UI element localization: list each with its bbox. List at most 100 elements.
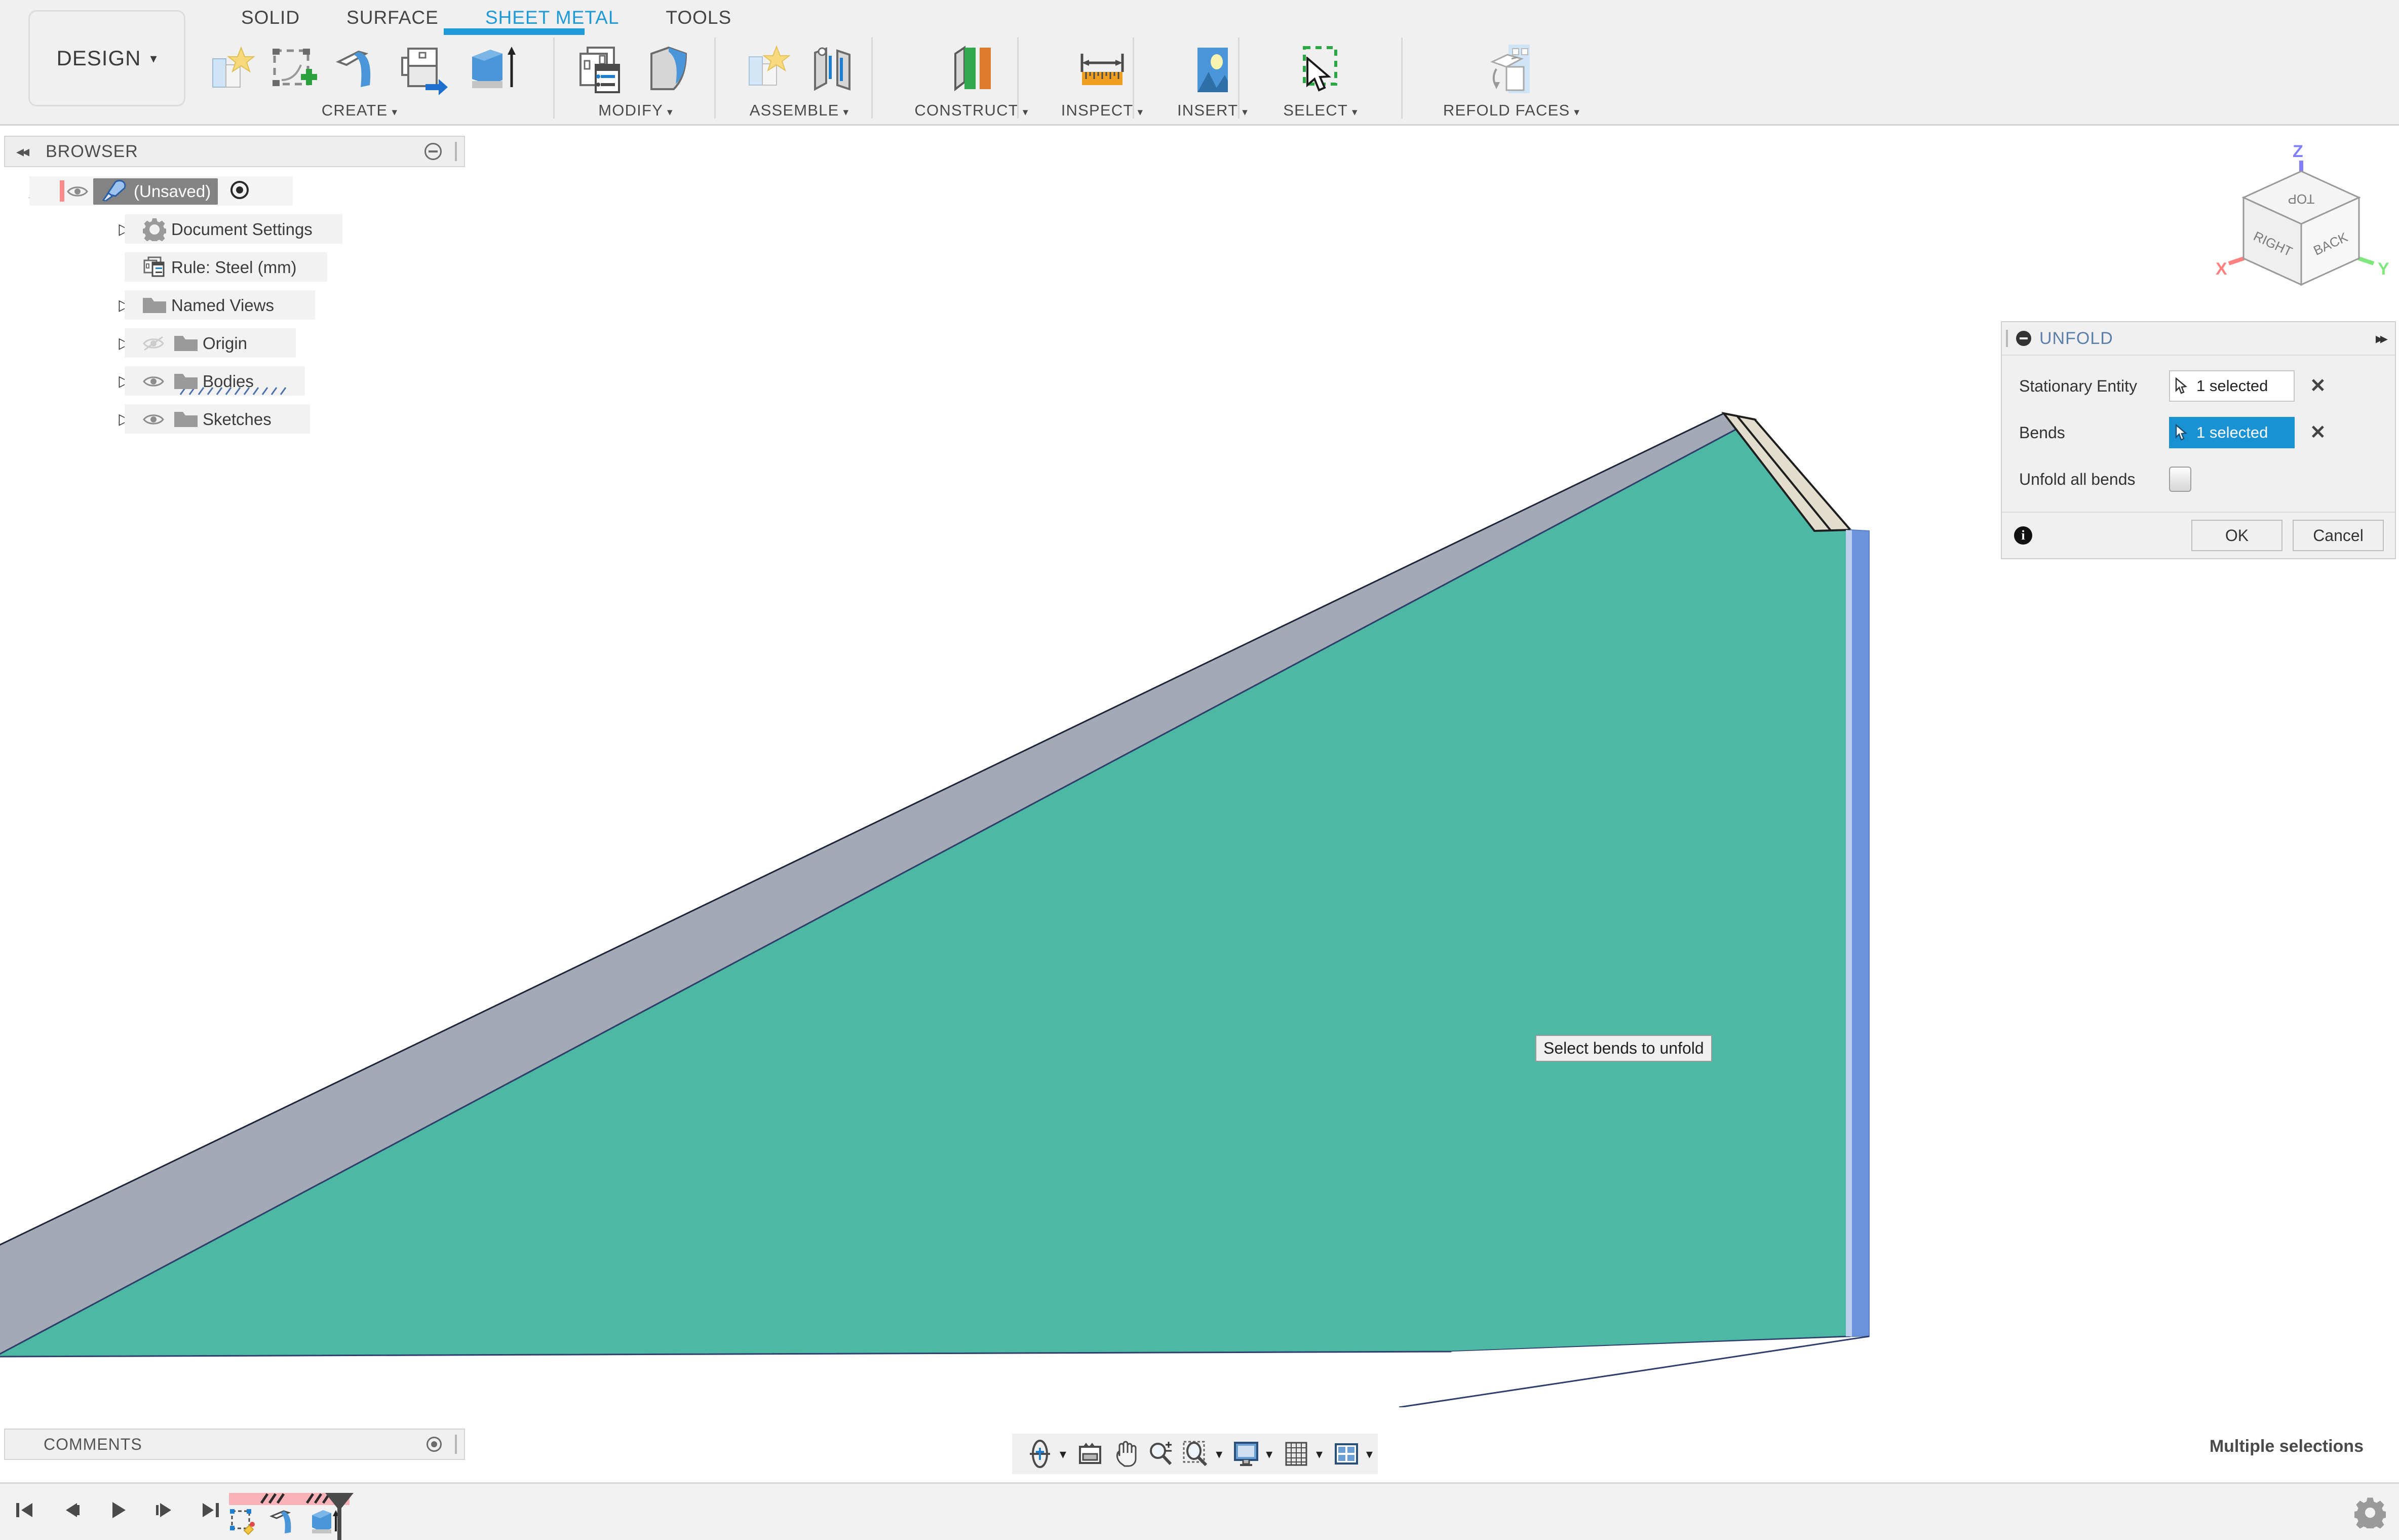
unfold-dialog-title: UNFOLD — [2039, 328, 2113, 348]
tree-row-bodies[interactable]: ▷ Bodies — [0, 362, 466, 400]
visibility-eye-icon[interactable] — [62, 184, 93, 199]
ok-button[interactable]: OK — [2191, 520, 2282, 551]
tab-surface[interactable]: SURFACE — [323, 0, 462, 35]
folder-icon — [138, 295, 171, 316]
look-at-icon[interactable] — [1073, 1435, 1107, 1473]
workspace-selector[interactable]: DESIGN ▾ — [28, 10, 185, 106]
ribbon-group-modify-label[interactable]: MODIFY ▾ — [598, 101, 673, 120]
settings-gear-icon[interactable] — [2353, 1497, 2387, 1532]
tree-row-origin[interactable]: ▷ Origin — [0, 324, 466, 362]
bends-selector[interactable]: 1 selected — [2169, 417, 2295, 448]
tree-row-rule-steel[interactable]: Rule: Steel (mm) — [0, 248, 466, 286]
ribbon-group-create-label[interactable]: CREATE ▾ — [322, 101, 398, 120]
unfold-dialog-header[interactable]: UNFOLD ▸▸ — [2002, 322, 2395, 356]
comments-collapse-button[interactable] — [427, 1437, 442, 1452]
step-back-icon[interactable] — [57, 1496, 85, 1524]
ribbon-group-inspect-label[interactable]: INSPECT ▾ — [1061, 101, 1144, 120]
zoom-window-icon[interactable] — [1179, 1435, 1213, 1473]
insert-image-icon[interactable] — [1182, 38, 1243, 99]
new-component-icon[interactable] — [736, 38, 797, 99]
selected-row-highlight[interactable]: (Unsaved) — [93, 178, 218, 205]
comments-resize-grip[interactable] — [455, 1435, 457, 1454]
tab-solid[interactable]: SOLID — [218, 0, 323, 35]
extrude-icon[interactable] — [461, 38, 522, 99]
tree-row-sketches[interactable]: ▷ Sketches — [0, 400, 466, 438]
tab-tools[interactable]: TOOLS — [642, 0, 755, 35]
unfold-dialog-footer: i OK Cancel — [2002, 512, 2395, 558]
stationary-entity-selector[interactable]: 1 selected — [2169, 370, 2295, 402]
tree-row-unsaved[interactable]: ◢ (Unsaved) — [0, 172, 466, 210]
flange-icon[interactable] — [329, 38, 390, 99]
chevron-down-icon[interactable]: ▾ — [1366, 1446, 1373, 1462]
workspace-label: DESIGN — [56, 46, 141, 70]
folder-icon — [169, 371, 203, 392]
ribbon-group-assemble: ASSEMBLE ▾ — [723, 33, 875, 125]
ribbon-group-construct-label[interactable]: CONSTRUCT ▾ — [914, 101, 1028, 120]
sketch-feature-icon[interactable] — [227, 1507, 260, 1538]
grid-snap-icon[interactable] — [1280, 1435, 1313, 1473]
ribbon-group-assemble-label[interactable]: ASSEMBLE ▾ — [750, 101, 849, 120]
chevron-down-icon[interactable]: ▾ — [1266, 1446, 1272, 1462]
comments-panel-header[interactable]: COMMENTS — [4, 1429, 465, 1460]
flange-feature-icon[interactable] — [267, 1507, 301, 1538]
ribbon-separator — [1238, 37, 1240, 119]
create-sketch-icon[interactable] — [263, 38, 324, 99]
dialog-drag-handle[interactable] — [2006, 330, 2008, 347]
fusion360-window: DESIGN ▾ SOLID SURFACE SHEET METAL TOOLS — [0, 0, 2399, 1540]
visibility-eye-icon[interactable] — [138, 374, 169, 389]
timeline-track[interactable] — [223, 1490, 356, 1540]
visibility-eye-icon[interactable] — [138, 412, 169, 427]
cancel-button[interactable]: Cancel — [2293, 520, 2384, 551]
joint-icon[interactable] — [802, 38, 863, 99]
unfold-dialog[interactable]: UNFOLD ▸▸ Stationary Entity 1 selected ✕… — [2001, 321, 2396, 559]
skip-to-end-icon[interactable] — [197, 1496, 225, 1524]
unfold-all-bends-checkbox[interactable] — [2169, 467, 2191, 492]
chevron-down-icon[interactable]: ▾ — [1316, 1446, 1323, 1462]
chevron-down-icon: ▾ — [1352, 106, 1358, 118]
viewcube-axis-z-label: Z — [2293, 142, 2303, 161]
ribbon-group-select-label[interactable]: SELECT ▾ — [1283, 101, 1358, 120]
status-text: Multiple selections — [2209, 1437, 2364, 1456]
ribbon: DESIGN ▾ SOLID SURFACE SHEET METAL TOOLS — [0, 0, 2399, 126]
timeline-marker-icon[interactable] — [323, 1491, 356, 1540]
collapse-icon[interactable]: ◂◂ — [16, 143, 29, 161]
timeline-bar — [0, 1482, 2399, 1540]
sheet-metal-rules-icon[interactable] — [572, 38, 633, 99]
tree-item-label: Document Settings — [171, 219, 313, 239]
visibility-eye-off-icon[interactable] — [138, 336, 169, 351]
tree-item-label: (Unsaved) — [134, 181, 211, 201]
tree-row-document-settings[interactable]: ▷ Document Settings — [0, 210, 466, 248]
offset-plane-icon[interactable] — [941, 38, 1002, 99]
flat-pattern-icon[interactable] — [395, 38, 456, 99]
zoom-icon[interactable] — [1144, 1435, 1178, 1473]
orbit-icon[interactable] — [1023, 1435, 1057, 1473]
new-sheet-metal-component-icon[interactable] — [198, 38, 258, 99]
chevron-down-icon: ▾ — [150, 50, 158, 66]
skip-to-start-icon[interactable] — [10, 1496, 38, 1524]
clear-stationary-entity-icon[interactable]: ✕ — [2310, 376, 2326, 396]
info-icon[interactable]: i — [2014, 526, 2032, 545]
tree-row-named-views[interactable]: ▷ Named Views — [0, 286, 466, 324]
step-forward-icon[interactable] — [150, 1496, 178, 1524]
minimize-icon[interactable] — [2016, 331, 2031, 346]
display-settings-icon[interactable] — [1229, 1435, 1263, 1473]
browser-tree: ◢ (Unsaved) — [0, 172, 466, 438]
browser-resize-grip[interactable] — [455, 142, 457, 161]
expand-panel-icon[interactable]: ▸▸ — [2376, 330, 2388, 348]
chevron-down-icon: ▾ — [392, 106, 398, 118]
clear-bends-icon[interactable]: ✕ — [2310, 423, 2326, 442]
ribbon-group-refold-faces-label[interactable]: REFOLD FACES ▾ — [1443, 101, 1580, 120]
bend-icon[interactable] — [638, 38, 699, 99]
view-cube[interactable]: Z X Y TOP RIGHT BACK — [2203, 133, 2399, 295]
model-bend-face-light-edge — [1846, 530, 1852, 1336]
measure-icon[interactable] — [1072, 38, 1133, 99]
chevron-down-icon[interactable]: ▾ — [1060, 1446, 1066, 1462]
pan-icon[interactable] — [1109, 1435, 1142, 1473]
activate-component-icon[interactable] — [229, 179, 250, 203]
viewports-icon[interactable] — [1330, 1435, 1363, 1473]
refold-faces-icon[interactable] — [1481, 38, 1542, 99]
chevron-down-icon[interactable]: ▾ — [1216, 1446, 1222, 1462]
bends-label: Bends — [2019, 423, 2065, 442]
browser-minimize-button[interactable] — [424, 143, 442, 160]
play-icon[interactable] — [103, 1496, 132, 1524]
